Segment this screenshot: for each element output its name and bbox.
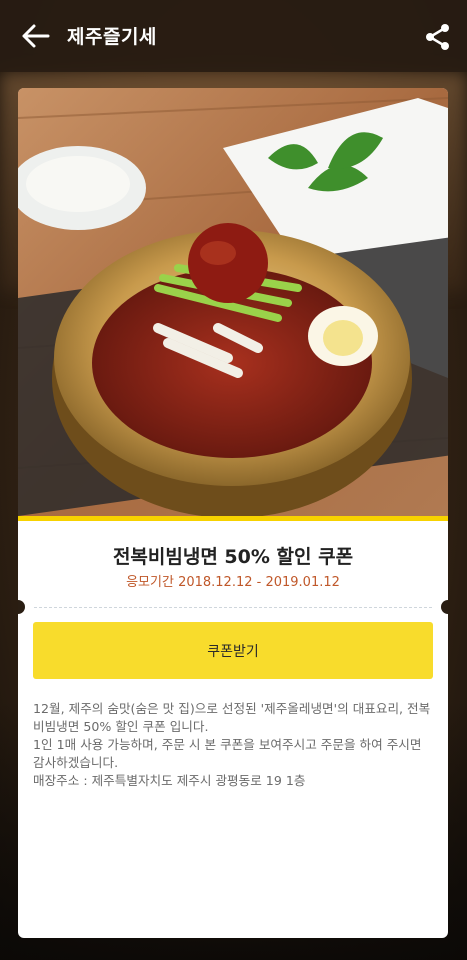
coupon-period: 응모기간 2018.12.12 - 2019.01.12	[126, 575, 340, 590]
ticket-notch-left	[18, 600, 25, 614]
share-icon[interactable]	[423, 22, 453, 52]
get-coupon-button[interactable]: 쿠폰받기	[33, 622, 433, 679]
coupon-title: 전복비빔냉면 50% 할인 쿠폰	[112, 546, 354, 568]
food-photo	[18, 88, 448, 516]
accent-divider	[18, 516, 448, 521]
coupon-card: 전복비빔냉면 50% 할인 쿠폰 응모기간 2018.12.12 - 2019.…	[18, 88, 448, 938]
coupon-description: 12월, 제주의 숨맛(숨은 맛 집)으로 선정된 '제주올레냉면'의 대표요리…	[33, 700, 435, 790]
description-line: 1인 1매 사용 가능하며, 주문 시 본 쿠폰을 보여주시고 주문을 하여 주…	[33, 737, 422, 770]
description-line: 12월, 제주의 숨맛(숨은 맛 집)으로 선정된 '제주올레냉면'의 대표요리…	[33, 701, 431, 734]
arrow-left-icon[interactable]	[20, 22, 52, 50]
dashed-separator	[34, 607, 432, 608]
ticket-notch-right	[441, 600, 448, 614]
page-title: 제주즐기세	[67, 26, 157, 48]
app-bar: 제주즐기세	[0, 0, 467, 72]
store-address: 매장주소 : 제주특별자치도 제주시 광평동로 19 1층	[33, 773, 306, 788]
